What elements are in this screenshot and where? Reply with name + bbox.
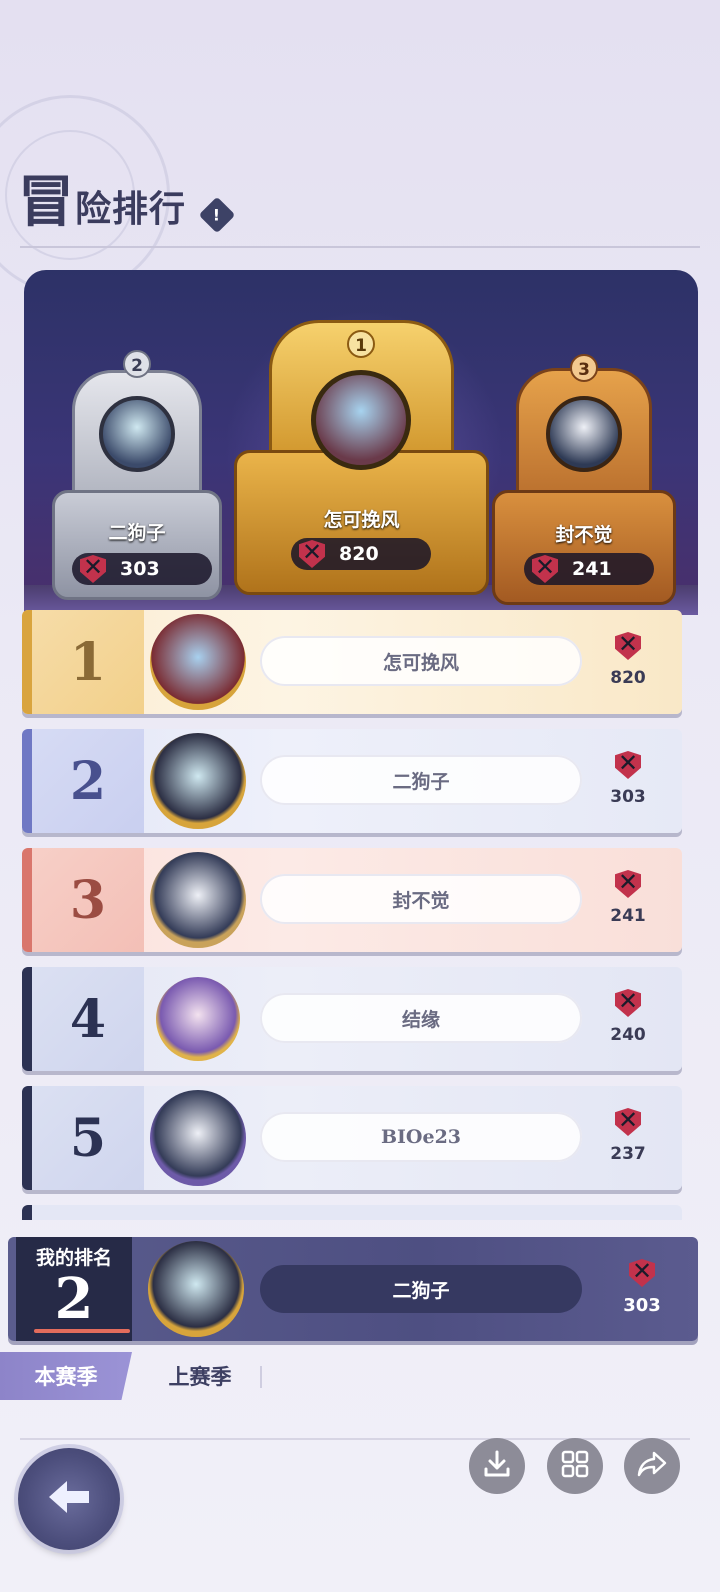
score-value: 303 — [623, 1295, 661, 1316]
ranking-row[interactable]: 5 BIOe23 237 — [22, 1086, 682, 1190]
avatar — [148, 1241, 244, 1337]
crossed-swords-crest-icon — [615, 987, 641, 1017]
score-value: 820 — [610, 668, 646, 688]
avatar — [150, 1090, 246, 1186]
avatar — [150, 614, 246, 710]
podium-banner: 2 二狗子 303 1 怎可挽风 820 3 封不觉 241 — [24, 270, 698, 615]
avatar — [311, 370, 411, 470]
my-rank-number: 2 — [54, 1266, 94, 1332]
avatar — [99, 396, 175, 472]
crossed-swords-crest-icon — [615, 1106, 641, 1136]
title-divider — [20, 246, 700, 248]
rank-accent-bar — [22, 967, 32, 1071]
player-name: 二狗子 — [108, 522, 166, 544]
throne-seat — [492, 490, 676, 605]
my-rank-card[interactable]: 我的排名 2 二狗子 303 — [8, 1237, 698, 1341]
player-name: 结缘 — [260, 993, 582, 1043]
grid-icon — [560, 1449, 590, 1483]
crossed-swords-crest-icon — [299, 538, 325, 568]
back-arrow-icon — [47, 1472, 91, 1526]
player-name: 二狗子 — [260, 1265, 582, 1313]
rank-number: 3 — [32, 848, 144, 952]
rank-accent-bar — [22, 1086, 32, 1190]
crossed-swords-crest-icon — [80, 553, 106, 583]
tab-separator — [260, 1366, 262, 1388]
rank-badge: 3 — [570, 354, 598, 382]
season-tabs: 本赛季 上赛季 — [0, 1352, 300, 1400]
score: 240 — [598, 987, 658, 1045]
rank-number: 2 — [32, 729, 144, 833]
score: 241 — [598, 868, 658, 926]
score: 303 — [598, 749, 658, 807]
score-value: 303 — [120, 558, 160, 580]
player-name: 封不觉 — [555, 524, 613, 546]
page-title: 冒险排行 ! — [18, 168, 236, 238]
score-bar: 303 — [72, 553, 212, 585]
avatar — [156, 977, 240, 1061]
tab-current-season[interactable]: 本赛季 — [0, 1352, 132, 1400]
grid-button[interactable] — [547, 1438, 603, 1494]
score-value: 820 — [339, 543, 379, 565]
my-rank-underline — [34, 1329, 130, 1333]
title-rest: 险排行 — [75, 188, 187, 230]
ranking-row-partial[interactable] — [22, 1205, 682, 1220]
bottom-divider — [20, 1438, 690, 1440]
score: 820 — [598, 630, 658, 688]
score-value: 241 — [610, 906, 646, 926]
share-icon — [636, 1449, 668, 1483]
rank-badge: 1 — [347, 330, 375, 358]
download-icon — [482, 1449, 512, 1483]
title-first-char: 冒 — [18, 169, 75, 235]
avatar — [150, 733, 246, 829]
ranking-row[interactable]: 1 怎可挽风 820 — [22, 610, 682, 714]
tab-previous-season[interactable]: 上赛季 — [140, 1352, 260, 1400]
rank-badge: 2 — [123, 350, 151, 378]
player-name: 怎可挽风 — [323, 509, 400, 531]
throne-third[interactable]: 3 封不觉 241 — [484, 340, 684, 610]
share-button[interactable] — [624, 1438, 680, 1494]
score-bar: 241 — [524, 553, 654, 585]
rank-accent-bar — [22, 848, 32, 952]
player-name: 封不觉 — [260, 874, 582, 924]
rank-accent-bar — [22, 729, 32, 833]
rank-number: 4 — [32, 967, 144, 1071]
score: 303 — [612, 1257, 672, 1316]
ranking-row[interactable]: 3 封不觉 241 — [22, 848, 682, 952]
score-value: 241 — [572, 558, 612, 580]
score: 237 — [598, 1106, 658, 1164]
my-rank-box: 我的排名 2 — [16, 1237, 132, 1341]
avatar — [546, 396, 622, 472]
score-value: 237 — [610, 1144, 646, 1164]
ranking-list[interactable]: 1 怎可挽风 820 2 二狗子 303 3 封不觉 241 4 结缘 240 … — [22, 610, 686, 1220]
download-button[interactable] — [469, 1438, 525, 1494]
rank-accent-bar — [22, 610, 32, 714]
score-value: 240 — [610, 1025, 646, 1045]
crossed-swords-crest-icon — [629, 1257, 655, 1287]
ranking-row[interactable]: 4 结缘 240 — [22, 967, 682, 1071]
throne-second[interactable]: 2 二狗子 303 — [42, 330, 232, 610]
crossed-swords-crest-icon — [615, 630, 641, 660]
back-button[interactable] — [18, 1448, 120, 1550]
rank-accent-bar — [22, 1205, 32, 1220]
rank-number: 5 — [32, 1086, 144, 1190]
avatar — [150, 852, 246, 948]
player-name: BIOe23 — [260, 1112, 582, 1162]
throne-first[interactable]: 1 怎可挽风 820 — [229, 280, 494, 610]
crossed-swords-crest-icon — [615, 749, 641, 779]
crossed-swords-crest-icon — [615, 868, 641, 898]
info-icon[interactable]: ! — [198, 196, 236, 234]
score-value: 303 — [610, 787, 646, 807]
player-name: 二狗子 — [260, 755, 582, 805]
ranking-row[interactable]: 2 二狗子 303 — [22, 729, 682, 833]
crossed-swords-crest-icon — [532, 553, 558, 583]
score-bar: 820 — [291, 538, 431, 570]
player-name: 怎可挽风 — [260, 636, 582, 686]
rank-number: 1 — [32, 610, 144, 714]
